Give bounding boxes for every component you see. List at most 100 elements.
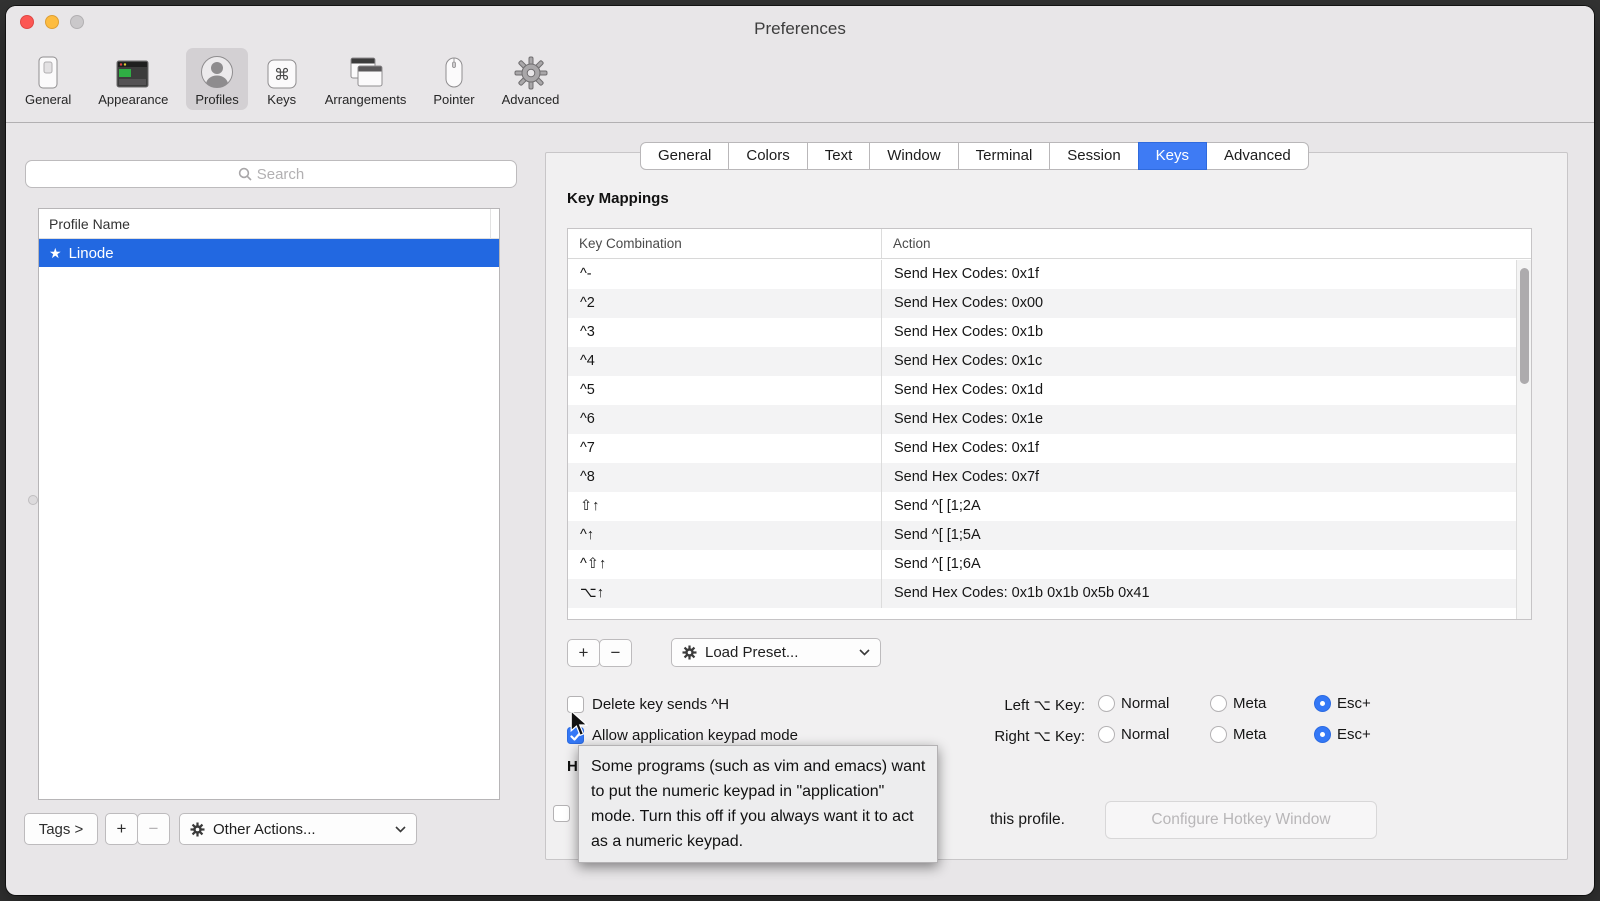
tab-keys[interactable]: Keys	[1138, 142, 1207, 170]
remove-mapping-button[interactable]: −	[599, 639, 632, 667]
keys-icon: ⌘	[266, 52, 298, 90]
key-mappings-table: Key Combination Action ^-Send Hex Codes:…	[567, 228, 1532, 620]
table-row[interactable]: ^4Send Hex Codes: 0x1c	[568, 347, 1516, 376]
delete-key-label[interactable]: Delete key sends ^H	[592, 696, 729, 713]
radio-label[interactable]: Esc+	[1337, 695, 1371, 712]
chevron-down-icon	[395, 826, 406, 833]
toolbar-item-profiles[interactable]: Profiles	[186, 48, 247, 110]
table-row[interactable]: ^8Send Hex Codes: 0x7f	[568, 463, 1516, 492]
action-cell: Send Hex Codes: 0x1b	[881, 318, 1516, 347]
profile-list: Profile Name ★Linode	[38, 208, 500, 800]
delete-key-sends-option[interactable]: Delete key sends ^H	[567, 696, 729, 713]
toolbar: General Appearance Profiles ⌘	[16, 48, 568, 110]
table-row[interactable]: ^⇧↑Send ^[ [1;6A	[568, 550, 1516, 579]
hotkey-text-partial: this profile.	[990, 811, 1065, 829]
radio-button-selected[interactable]	[1314, 695, 1331, 712]
table-row[interactable]: ^2Send Hex Codes: 0x00	[568, 289, 1516, 318]
table-row[interactable]: ^7Send Hex Codes: 0x1f	[568, 434, 1516, 463]
other-actions-menu[interactable]: Other Actions...	[179, 813, 417, 845]
load-preset-menu[interactable]: Load Preset...	[671, 638, 881, 667]
radio-button[interactable]	[1098, 726, 1115, 743]
keypad-mode-label[interactable]: Allow application keypad mode	[592, 727, 798, 744]
profile-name-column-header: Profile Name	[49, 216, 130, 232]
tooltip: Some programs (such as vim and emacs) wa…	[578, 745, 938, 863]
toolbar-item-appearance[interactable]: Appearance	[89, 48, 177, 110]
window-header: Preferences General Appearance	[6, 6, 1594, 123]
profile-row-linode[interactable]: ★Linode	[39, 239, 499, 267]
right-option-key-label: Right ⌥ Key:	[955, 727, 1085, 745]
left-option-normal[interactable]: Normal	[1098, 695, 1169, 712]
table-row[interactable]: ^-Send Hex Codes: 0x1f	[568, 260, 1516, 289]
radio-label[interactable]: Esc+	[1337, 726, 1371, 743]
action-column-header[interactable]: Action	[881, 229, 1531, 258]
action-cell: Send Hex Codes: 0x1e	[881, 405, 1516, 434]
left-option-esc[interactable]: Esc+	[1314, 695, 1371, 712]
radio-label[interactable]: Meta	[1233, 695, 1266, 712]
star-icon: ★	[49, 245, 62, 261]
tab-advanced[interactable]: Advanced	[1206, 142, 1309, 170]
toolbar-item-keys[interactable]: ⌘ Keys	[257, 48, 307, 110]
key-combination-column-header[interactable]: Key Combination	[568, 229, 881, 258]
radio-button[interactable]	[1210, 695, 1227, 712]
remove-profile-button[interactable]: −	[137, 813, 170, 845]
key-cell: ^-	[568, 260, 881, 289]
table-row[interactable]: ^5Send Hex Codes: 0x1d	[568, 376, 1516, 405]
tab-window[interactable]: Window	[869, 142, 958, 170]
general-icon	[36, 52, 60, 90]
key-cell: ^5	[568, 376, 881, 405]
gear-icon	[190, 822, 205, 837]
tags-button[interactable]: Tags >	[24, 813, 98, 845]
radio-button[interactable]	[1098, 695, 1115, 712]
load-preset-label: Load Preset...	[705, 644, 798, 661]
key-mappings-controls: + − Load Preset...	[567, 638, 881, 667]
toolbar-item-advanced[interactable]: Advanced	[493, 48, 569, 110]
profile-tabs: General Colors Text Window Terminal Sess…	[640, 142, 1309, 170]
action-cell: Send ^[ [1;5A	[881, 521, 1516, 550]
hotkey-section-heading-partial: H	[567, 758, 578, 775]
keypad-mode-option[interactable]: Allow application keypad mode	[567, 727, 798, 744]
profiles-icon	[199, 52, 235, 90]
toolbar-item-label: Arrangements	[325, 92, 407, 107]
radio-button[interactable]	[1210, 726, 1227, 743]
key-cell: ^8	[568, 463, 881, 492]
toolbar-item-label: General	[25, 92, 71, 107]
profile-list-header[interactable]: Profile Name	[39, 209, 499, 239]
advanced-icon	[514, 52, 548, 90]
table-row[interactable]: ⇧↑Send ^[ [1;2A	[568, 492, 1516, 521]
configure-hotkey-window-button[interactable]: Configure Hotkey Window	[1105, 801, 1377, 839]
table-row[interactable]: ^3Send Hex Codes: 0x1b	[568, 318, 1516, 347]
table-row[interactable]: ^6Send Hex Codes: 0x1e	[568, 405, 1516, 434]
add-profile-button[interactable]: +	[105, 813, 138, 845]
right-option-esc[interactable]: Esc+	[1314, 726, 1371, 743]
tab-terminal[interactable]: Terminal	[958, 142, 1051, 170]
svg-text:⌘: ⌘	[274, 67, 290, 84]
right-option-normal[interactable]: Normal	[1098, 726, 1169, 743]
left-option-meta[interactable]: Meta	[1210, 695, 1266, 712]
table-row[interactable]: ⌥↑Send Hex Codes: 0x1b 0x1b 0x5b 0x41	[568, 579, 1516, 608]
right-option-meta[interactable]: Meta	[1210, 726, 1266, 743]
tab-session[interactable]: Session	[1049, 142, 1138, 170]
tab-text[interactable]: Text	[807, 142, 871, 170]
add-mapping-button[interactable]: +	[567, 639, 600, 667]
toolbar-item-general[interactable]: General	[16, 48, 80, 110]
toolbar-item-pointer[interactable]: Pointer	[424, 48, 483, 110]
toolbar-item-label: Profiles	[195, 92, 238, 107]
radio-label[interactable]: Normal	[1121, 726, 1169, 743]
table-scrollbar[interactable]	[1516, 260, 1531, 619]
search-field[interactable]: Search	[25, 160, 517, 188]
toolbar-item-arrangements[interactable]: Arrangements	[316, 48, 416, 110]
scrollbar-thumb[interactable]	[1520, 268, 1529, 384]
radio-label[interactable]: Meta	[1233, 726, 1266, 743]
tab-colors[interactable]: Colors	[728, 142, 807, 170]
radio-label[interactable]: Normal	[1121, 695, 1169, 712]
radio-button-selected[interactable]	[1314, 726, 1331, 743]
action-cell: Send Hex Codes: 0x1b 0x1b 0x5b 0x41	[881, 579, 1516, 608]
action-cell: Send Hex Codes: 0x1c	[881, 347, 1516, 376]
action-cell: Send Hex Codes: 0x1f	[881, 434, 1516, 463]
table-row[interactable]: ^↑Send ^[ [1;5A	[568, 521, 1516, 550]
hotkey-checkbox-partial[interactable]	[553, 805, 570, 822]
column-divider	[490, 209, 491, 239]
splitter-handle[interactable]	[28, 495, 38, 505]
action-cell: Send Hex Codes: 0x00	[881, 289, 1516, 318]
tab-general[interactable]: General	[640, 142, 729, 170]
